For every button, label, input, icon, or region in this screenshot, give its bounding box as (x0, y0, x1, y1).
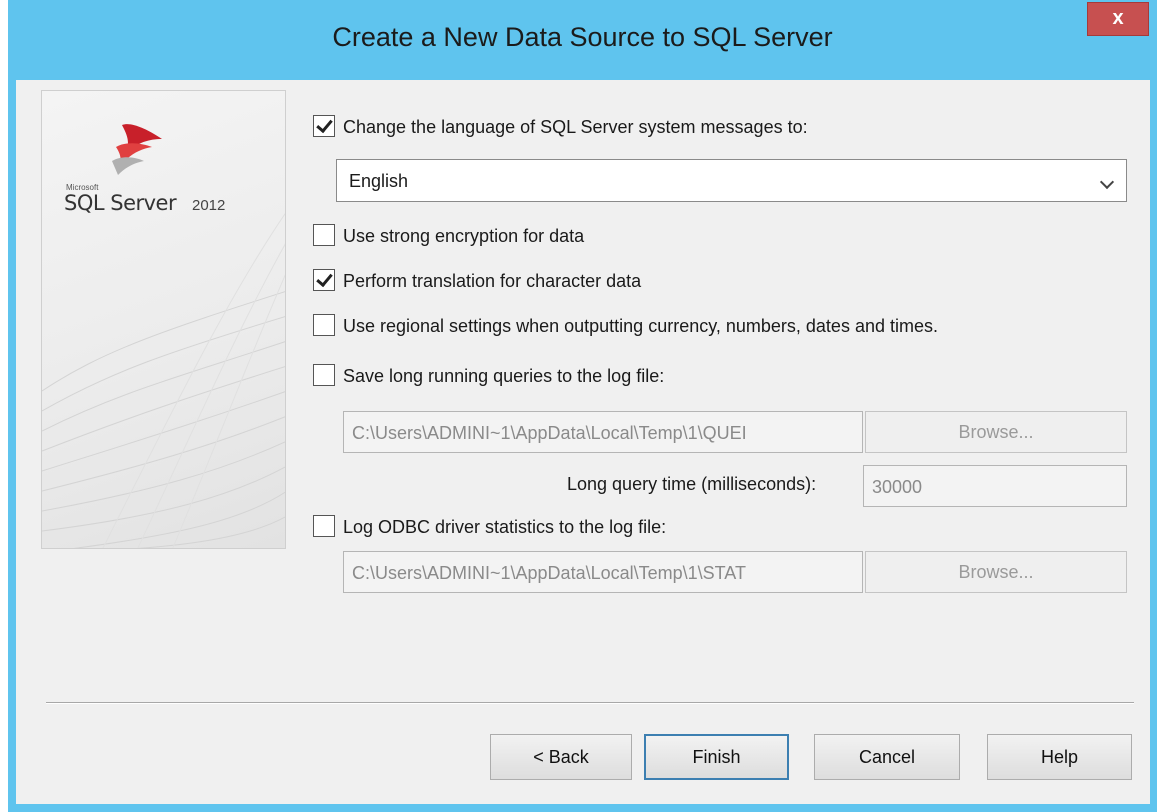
long-query-time-field[interactable]: 30000 (863, 465, 1127, 507)
long-query-time-label: Long query time (milliseconds): (567, 474, 817, 494)
change-language-label: Change the language of SQL Server system… (343, 117, 808, 137)
language-select[interactable]: English (336, 159, 1127, 202)
translation-checkbox[interactable] (313, 269, 335, 291)
long-queries-browse-button[interactable]: Browse... (865, 411, 1127, 453)
sql-server-banner: Microsoft SQL Server 2012 (41, 90, 286, 549)
long-query-time-value: 30000 (872, 477, 923, 497)
back-button[interactable]: < Back (490, 734, 632, 780)
long-queries-path-field[interactable]: C:\Users\ADMINI~1\AppData\Local\Temp\1\Q… (343, 411, 863, 453)
language-select-value: English (349, 171, 409, 191)
window-title: Create a New Data Source to SQL Server (332, 22, 833, 52)
odbc-stats-browse-button[interactable]: Browse... (865, 551, 1127, 593)
strong-encryption-checkbox[interactable] (313, 224, 335, 246)
long-queries-checkbox[interactable] (313, 364, 335, 386)
finish-button[interactable]: Finish (644, 734, 789, 780)
regional-settings-checkbox[interactable] (313, 314, 335, 336)
help-button[interactable]: Help (987, 734, 1132, 780)
odbc-stats-path-field[interactable]: C:\Users\ADMINI~1\AppData\Local\Temp\1\S… (343, 551, 863, 593)
change-language-checkbox[interactable] (313, 115, 335, 137)
brand-version: 2012 (192, 197, 226, 214)
brand-product-name: SQL Server (64, 191, 177, 215)
close-button[interactable]: x (1087, 2, 1149, 36)
title-bar[interactable]: Create a New Data Source to SQL Server x (8, 0, 1157, 80)
odbc-stats-label: Log ODBC driver statistics to the log fi… (343, 517, 667, 537)
odbc-stats-path-value: C:\Users\ADMINI~1\AppData\Local\Temp\1\S… (352, 563, 746, 583)
chevron-down-icon (1099, 174, 1115, 190)
odbc-stats-checkbox[interactable] (313, 515, 335, 537)
strong-encryption-label: Use strong encryption for data (343, 226, 585, 246)
sql-server-logo-icon (112, 124, 162, 175)
footer-divider-highlight (46, 703, 1134, 704)
translation-label: Perform translation for character data (343, 271, 642, 291)
regional-settings-label: Use regional settings when outputting cu… (343, 316, 938, 336)
cancel-button[interactable]: Cancel (814, 734, 960, 780)
long-queries-label: Save long running queries to the log fil… (343, 366, 665, 386)
long-queries-path-value: C:\Users\ADMINI~1\AppData\Local\Temp\1\Q… (352, 423, 747, 443)
